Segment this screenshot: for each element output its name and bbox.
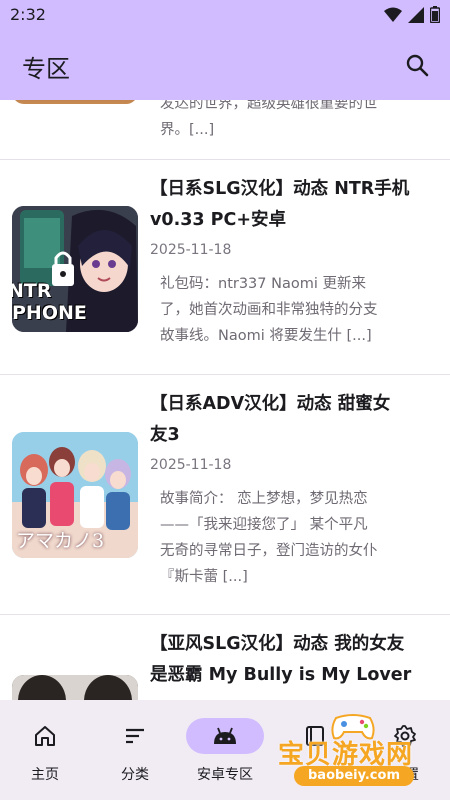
battery-icon — [430, 6, 440, 23]
article-date: 2025-11-18 — [150, 457, 232, 473]
excerpt-line: 『斯卡蕾 [...] — [160, 569, 248, 585]
wifi-icon — [384, 7, 402, 22]
article-excerpt: 礼包码：ntr337 Naomi 更新来 了，她首次动画和非常独特的分支 故事线… — [160, 271, 442, 349]
title-line: 【日系SLG汉化】动态 NTR手机 — [150, 179, 410, 199]
nav-label: 主页 — [31, 767, 59, 783]
nav-pill — [6, 718, 84, 754]
title-line: 是恶霸 My Bully is My Lover — [150, 665, 412, 685]
nav-pill — [96, 718, 174, 754]
thumbnail-caption: PHONE — [12, 302, 87, 324]
article-card[interactable]: アマカノ3 【日系ADV汉化】动态 甜蜜女 友3 2025-11-18 故事简介… — [0, 375, 450, 615]
title-line: 友3 — [150, 425, 180, 445]
status-icons — [384, 6, 440, 23]
nav-item-home[interactable]: 主页 — [0, 700, 90, 800]
article-card[interactable]: 【亚风SLG汉化】动态 我的女友 是恶霸 My Bully is My Love… — [0, 615, 450, 700]
app-bar: 专区 — [0, 30, 450, 100]
article-thumbnail — [12, 100, 138, 104]
nav-label: 安卓专区 — [197, 767, 253, 783]
article-date: 2025-11-18 — [150, 242, 232, 258]
article-excerpt: 发达的世界，超级英雄很重要的世 界。[...] — [160, 100, 442, 143]
article-thumbnail — [12, 675, 138, 700]
excerpt-line: 了，她首次动画和非常独特的分支 — [160, 302, 378, 318]
title-line: 【日系ADV汉化】动态 甜蜜女 — [150, 394, 391, 414]
status-time: 2:32 — [10, 5, 46, 24]
excerpt-line: 故事线。Naomi 将要发生什 [...] — [160, 328, 372, 344]
excerpt-line: 故事简介： 恋上梦想，梦见热恋 — [160, 491, 368, 507]
article-excerpt: 故事简介： 恋上梦想，梦见热恋 ——「我来迎接您了」 某个平凡 无奇的寻常日子，… — [160, 486, 442, 590]
page-title: 专区 — [22, 55, 70, 83]
sort-icon — [126, 728, 144, 744]
signal-icon — [408, 6, 424, 23]
watermark: 宝贝游戏网 baobeiy.com — [268, 708, 450, 792]
excerpt-line: 界。[...] — [160, 122, 215, 138]
android-icon — [214, 727, 236, 744]
nav-item-android[interactable]: 安卓专区 — [180, 700, 270, 800]
title-line: 【亚风SLG汉化】动态 我的女友 — [150, 634, 405, 654]
search-button[interactable] — [400, 48, 434, 82]
article-card[interactable]: NTR PHONE 【日系SLG汉化】动态 NTR手机 v0.33 PC+安卓 … — [0, 160, 450, 375]
article-thumbnail: アマカノ3 — [12, 432, 138, 558]
header: 2:32 专区 — [0, 0, 450, 100]
search-icon — [406, 54, 429, 77]
article-title[interactable]: 【日系ADV汉化】动态 甜蜜女 友3 — [150, 389, 440, 451]
thumbnail-caption: アマカノ3 — [16, 530, 105, 552]
nav-item-category[interactable]: 分类 — [90, 700, 180, 800]
excerpt-line: 礼包码：ntr337 Naomi 更新来 — [160, 276, 366, 292]
excerpt-line: ——「我来迎接您了」 某个平凡 — [160, 517, 368, 533]
home-icon — [35, 726, 55, 746]
article-title[interactable]: 【日系SLG汉化】动态 NTR手机 v0.33 PC+安卓 — [150, 174, 440, 236]
title-line: v0.33 PC+安卓 — [150, 210, 287, 230]
cover-illustration — [12, 675, 138, 700]
watermark-url: baobeiy.com — [294, 766, 414, 786]
article-title[interactable]: 【亚风SLG汉化】动态 我的女友 是恶霸 My Bully is My Love… — [150, 629, 440, 691]
article-list[interactable]: 发达的世界，超级英雄很重要的世 界。[...] NTR PHONE 【日系SLG… — [0, 100, 450, 700]
article-thumbnail: NTR PHONE — [12, 206, 138, 332]
nav-label: 分类 — [121, 767, 149, 783]
article-card[interactable]: 发达的世界，超级英雄很重要的世 界。[...] — [0, 100, 450, 160]
excerpt-line: 发达的世界，超级英雄很重要的世 — [160, 100, 378, 112]
status-bar: 2:32 — [0, 0, 450, 30]
nav-pill-active — [186, 718, 264, 754]
thumbnail-caption: NTR — [12, 280, 52, 302]
excerpt-line: 无奇的寻常日子，登门造访的女仆 — [160, 543, 378, 559]
